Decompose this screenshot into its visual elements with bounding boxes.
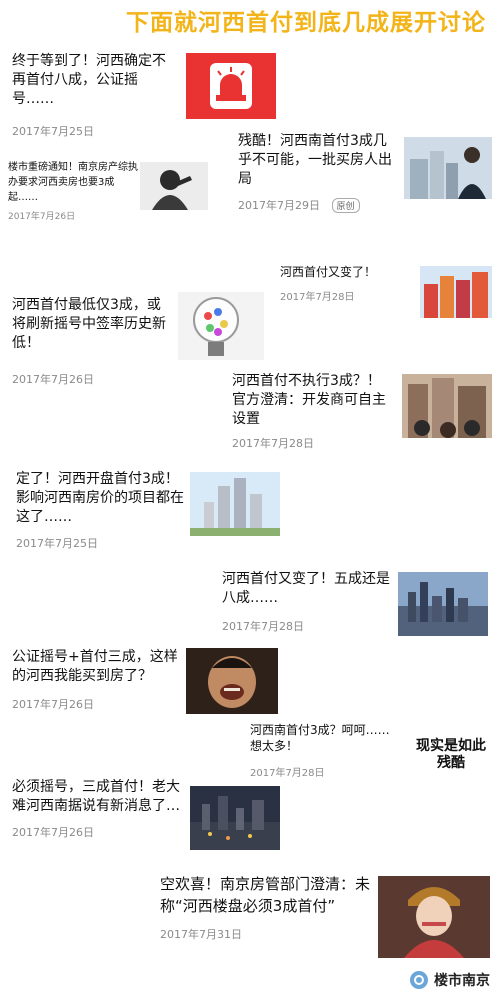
article-date: 2017年7月26日: [12, 372, 94, 386]
article-card[interactable]: 残酷！河西南首付3成几乎不可能，一批买房人出局 2017年7月29日 原创: [238, 132, 398, 213]
watermark: 楼市南京: [410, 970, 490, 990]
costume-actress-photo[interactable]: [378, 876, 490, 958]
page-title: 下面就河西首付到底几成展开讨论: [126, 10, 486, 36]
article-card[interactable]: 定了！河西开盘首付3成！ 影响河西南房价的项目都在这了…… 2017年7月25日: [16, 470, 186, 551]
night-city-photo[interactable]: [190, 786, 280, 850]
article-card[interactable]: 河西首付又变了！ 2017年7月28日: [280, 264, 410, 303]
meme-text: 现实是如此残酷: [416, 738, 486, 771]
article-date: 2017年7月28日: [250, 768, 325, 780]
article-title: 楼市重磅通知！南京房产综执办要求河西卖房也要3成起……: [8, 162, 138, 203]
crowd-buildings-photo[interactable]: [402, 374, 492, 438]
article-title: 必须摇号，三成首付！老大难河西南据说有新消息了…: [12, 779, 180, 814]
lottery-machine-photo[interactable]: [178, 292, 264, 360]
article-card[interactable]: 河西南首付3成？呵呵……想太多！ 2017年7月28日: [250, 722, 400, 779]
watermark-text: 楼市南京: [434, 973, 490, 989]
article-date: 2017年7月25日: [12, 124, 94, 138]
article-card[interactable]: 河西首付不执行3成？！官方澄清：开发商可自主设置 2017年7月28日: [232, 372, 394, 451]
article-title: 残酷！河西南首付3成几乎不可能，一批买房人出局: [238, 133, 392, 187]
article-title: 定了！河西开盘首付3成！ 影响河西南房价的项目都在这了……: [16, 471, 184, 525]
article-date: 2017年7月26日: [12, 697, 94, 711]
article-card[interactable]: 楼市重磅通知！南京房产综执办要求河西卖房也要3成起…… 2017年7月26日: [8, 160, 138, 222]
article-title: 河西首付最低仅3成，或将刷新摇号中签率历史新低！: [12, 297, 166, 351]
towers-sky-photo[interactable]: [190, 472, 280, 536]
worried-man-photo[interactable]: [140, 162, 208, 210]
article-title: 终于等到了！河西确定不再首付八成，公证摇号……: [12, 53, 166, 107]
article-title: 河西首付不执行3成？！官方澄清：开发商可自主设置: [232, 373, 386, 427]
wechat-icon: [410, 971, 428, 989]
article-title: 空欢喜！南京房管部门澄清：未称“河西楼盘必须3成首付”: [160, 875, 371, 915]
city-skyline-photo[interactable]: [398, 572, 488, 636]
article-card[interactable]: 公证摇号+首付三成，这样的河西我能买到房了？ 2017年7月26日: [12, 648, 180, 712]
security-alarm-icon[interactable]: [186, 53, 276, 119]
article-date-row: 2017年7月29日 原创: [238, 197, 398, 213]
article-date: 2017年7月26日: [12, 825, 94, 839]
laughing-man-photo[interactable]: [186, 648, 278, 714]
article-title: 河西南首付3成？呵呵……想太多！: [250, 723, 390, 754]
article-title: 河西首付又变了！: [280, 265, 377, 279]
article-card[interactable]: 河西首付又变了！五成还是八成…… 2017年7月28日: [222, 570, 392, 634]
article-date: 2017年7月26日: [8, 212, 76, 222]
article-card[interactable]: 空欢喜！南京房管部门澄清：未称“河西楼盘必须3成首付” 2017年7月31日: [160, 874, 370, 942]
article-date: 2017年7月28日: [222, 619, 304, 633]
businessman-building-photo[interactable]: [404, 137, 492, 199]
article-date: 2017年7月25日: [16, 536, 98, 550]
article-card[interactable]: 河西首付最低仅3成，或将刷新摇号中签率历史新低！ 2017年7月26日: [12, 296, 172, 387]
original-badge: 原创: [331, 197, 360, 213]
meme-text-image[interactable]: 现实是如此残酷: [410, 730, 492, 782]
article-date: 2017年7月31日: [160, 927, 242, 941]
article-card[interactable]: 终于等到了！河西确定不再首付八成，公证摇号…… 2017年7月25日: [12, 52, 177, 139]
article-date: 2017年7月28日: [280, 292, 355, 304]
article-title: 公证摇号+首付三成，这样的河西我能买到房了？: [12, 649, 178, 684]
article-card[interactable]: 必须摇号，三成首付！老大难河西南据说有新消息了… 2017年7月26日: [12, 778, 182, 840]
article-title: 河西首付又变了！五成还是八成……: [222, 571, 390, 606]
article-date: 2017年7月28日: [232, 436, 314, 450]
colorful-buildings-photo[interactable]: [420, 266, 492, 318]
article-date: 2017年7月29日: [238, 198, 320, 212]
